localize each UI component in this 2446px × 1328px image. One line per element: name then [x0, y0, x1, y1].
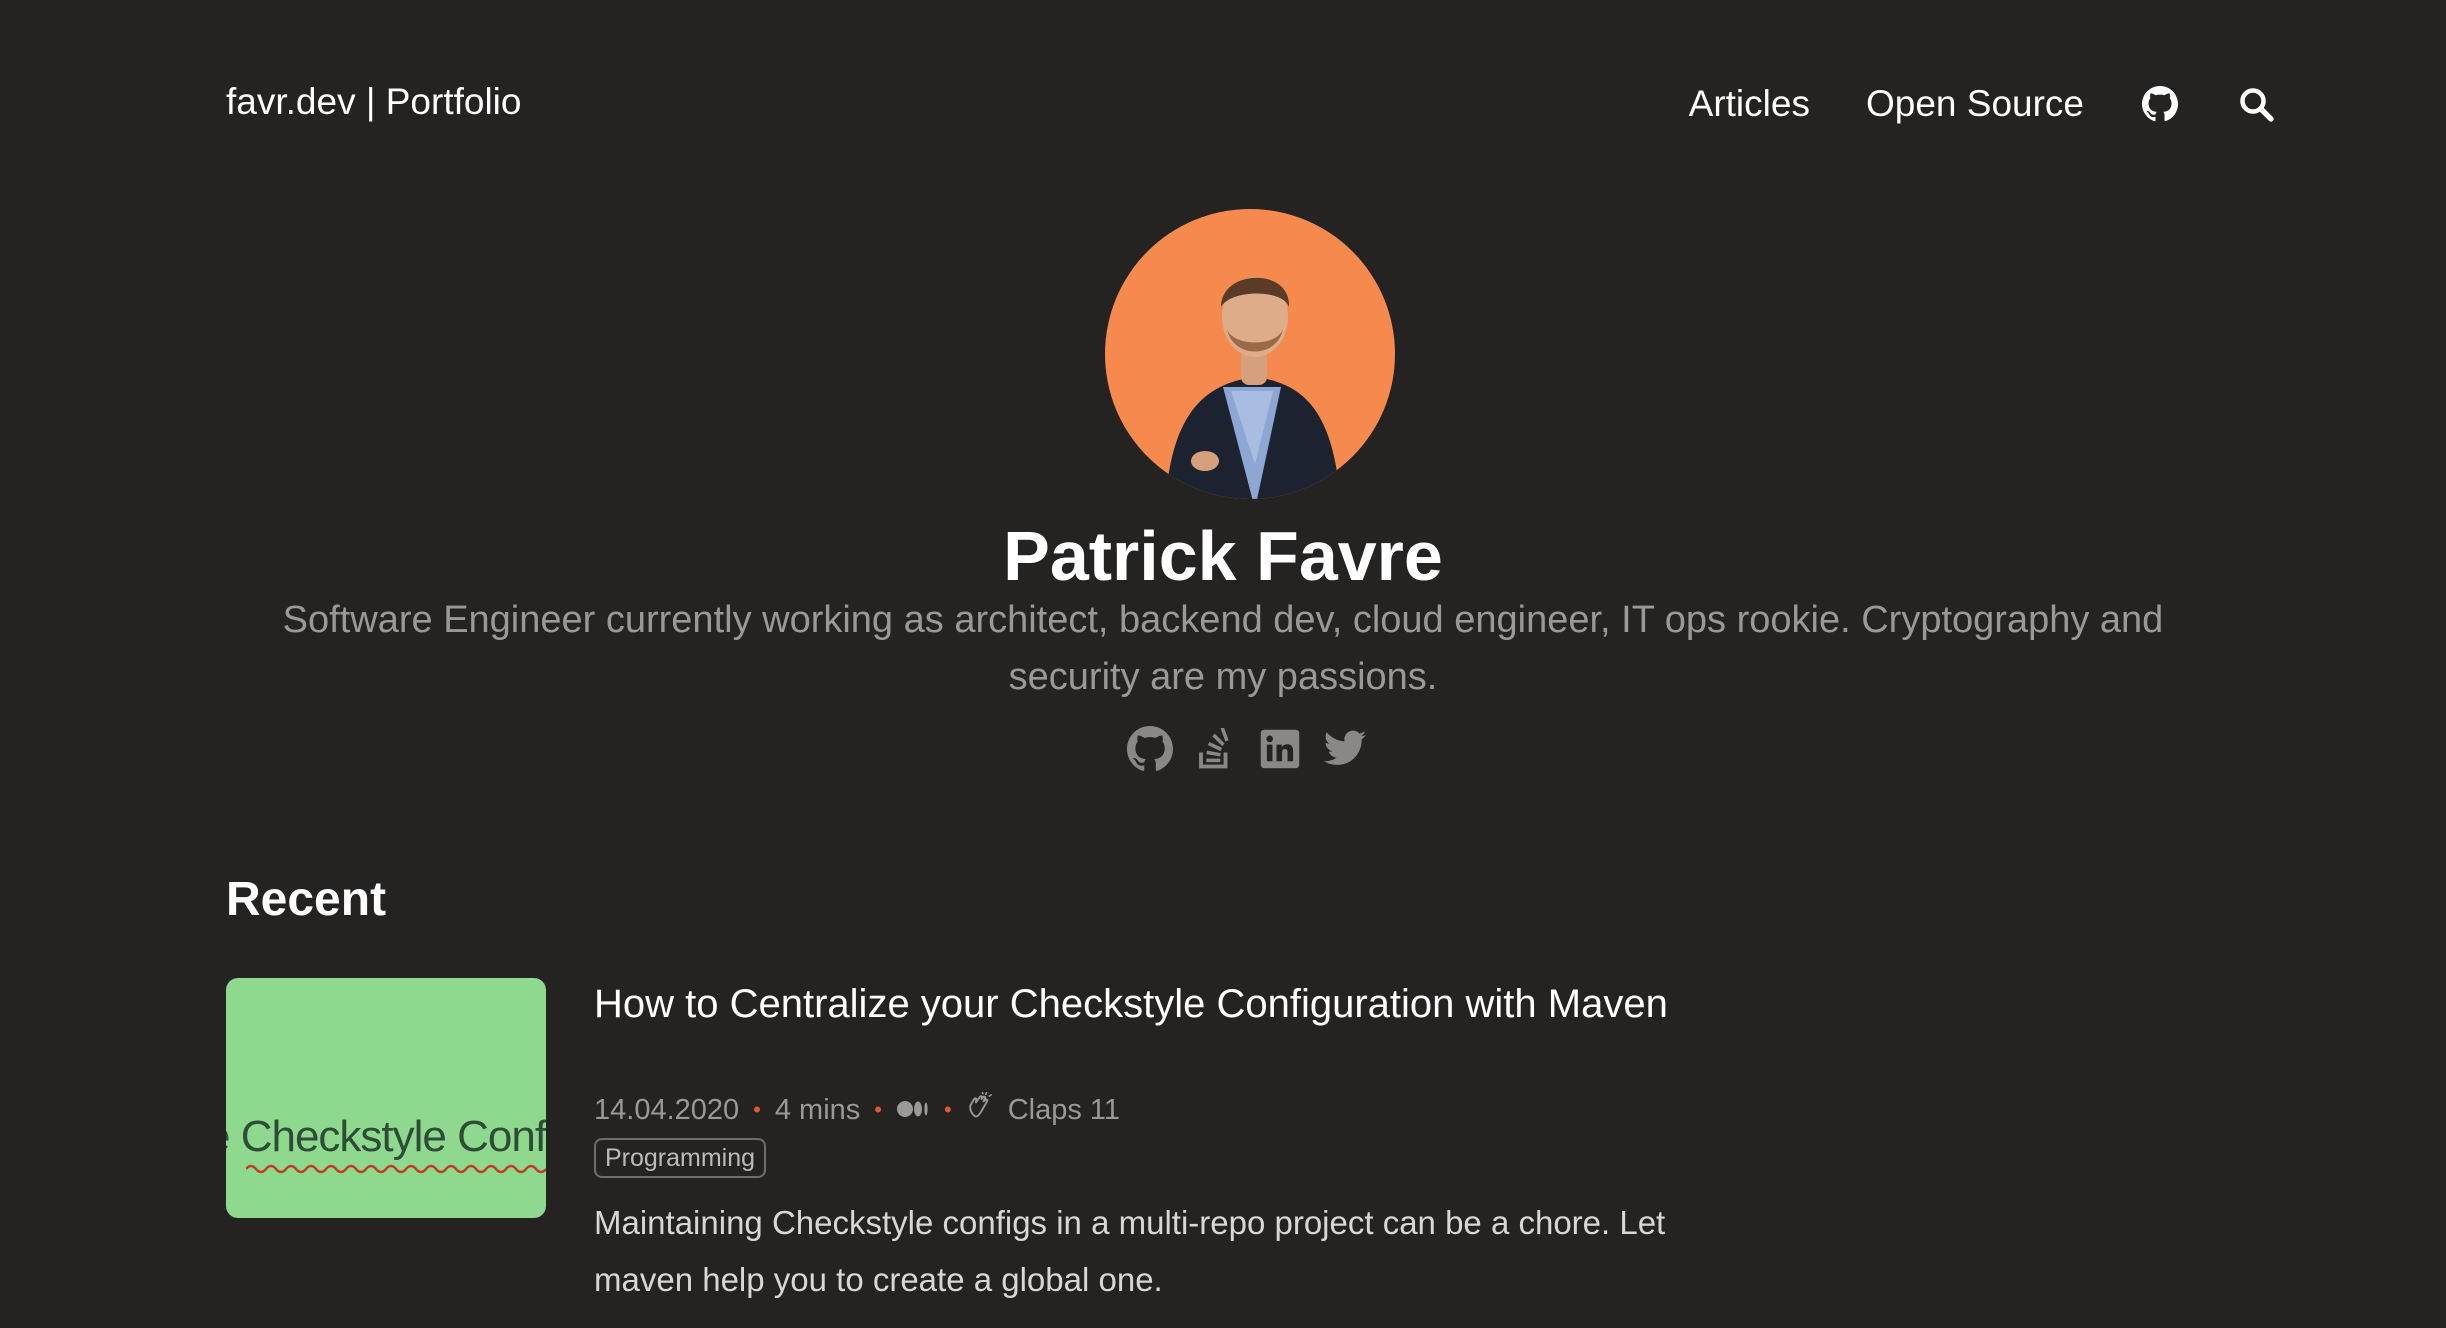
spellcheck-squiggle-icon: [246, 1164, 546, 1174]
nav-articles-link[interactable]: Articles: [1689, 80, 1810, 128]
thumbnail-text: e Checkstyle Configu: [226, 1112, 546, 1161]
post-tag[interactable]: Programming: [594, 1138, 767, 1178]
site-title-link[interactable]: favr.dev | Portfolio: [226, 78, 521, 126]
github-icon[interactable]: [2140, 84, 2180, 124]
stackoverflow-icon[interactable]: [1192, 726, 1238, 772]
meta-separator: •: [874, 1097, 882, 1122]
linkedin-icon[interactable]: [1257, 726, 1303, 772]
recent-heading: Recent: [226, 873, 387, 926]
clap-icon: [966, 1091, 994, 1128]
social-links: [1127, 723, 1368, 775]
post-read-time: 4 mins: [774, 1093, 861, 1126]
post-excerpt: Maintaining Checkstyle configs in a mult…: [594, 1204, 1666, 1298]
main-nav: Articles Open Source: [1689, 78, 2276, 130]
page: favr.dev | Portfolio Articles Open Sourc…: [0, 0, 2446, 1328]
post-date: 14.04.2020: [594, 1093, 740, 1126]
profile-bio: Software Engineer currently working as a…: [282, 599, 2164, 698]
twitter-icon[interactable]: [1322, 726, 1368, 772]
meta-separator: •: [943, 1097, 952, 1122]
nav-open-source-link[interactable]: Open Source: [1866, 80, 2084, 128]
post-thumbnail[interactable]: e Checkstyle Configu: [226, 978, 546, 1218]
github-icon[interactable]: [1127, 726, 1173, 772]
post-title-link[interactable]: How to Centralize your Checkstyle Config…: [594, 976, 1694, 1032]
meta-separator: •: [753, 1097, 761, 1122]
search-icon[interactable]: [2236, 84, 2276, 124]
post-claps: Claps 11: [1007, 1093, 1120, 1126]
post-meta: 14.04.2020 • 4 mins • • Claps 11: [594, 1090, 1120, 1130]
profile-avatar: [1105, 209, 1395, 499]
profile-name: Patrick Favre: [1003, 517, 1443, 595]
medium-icon[interactable]: [896, 1094, 930, 1127]
